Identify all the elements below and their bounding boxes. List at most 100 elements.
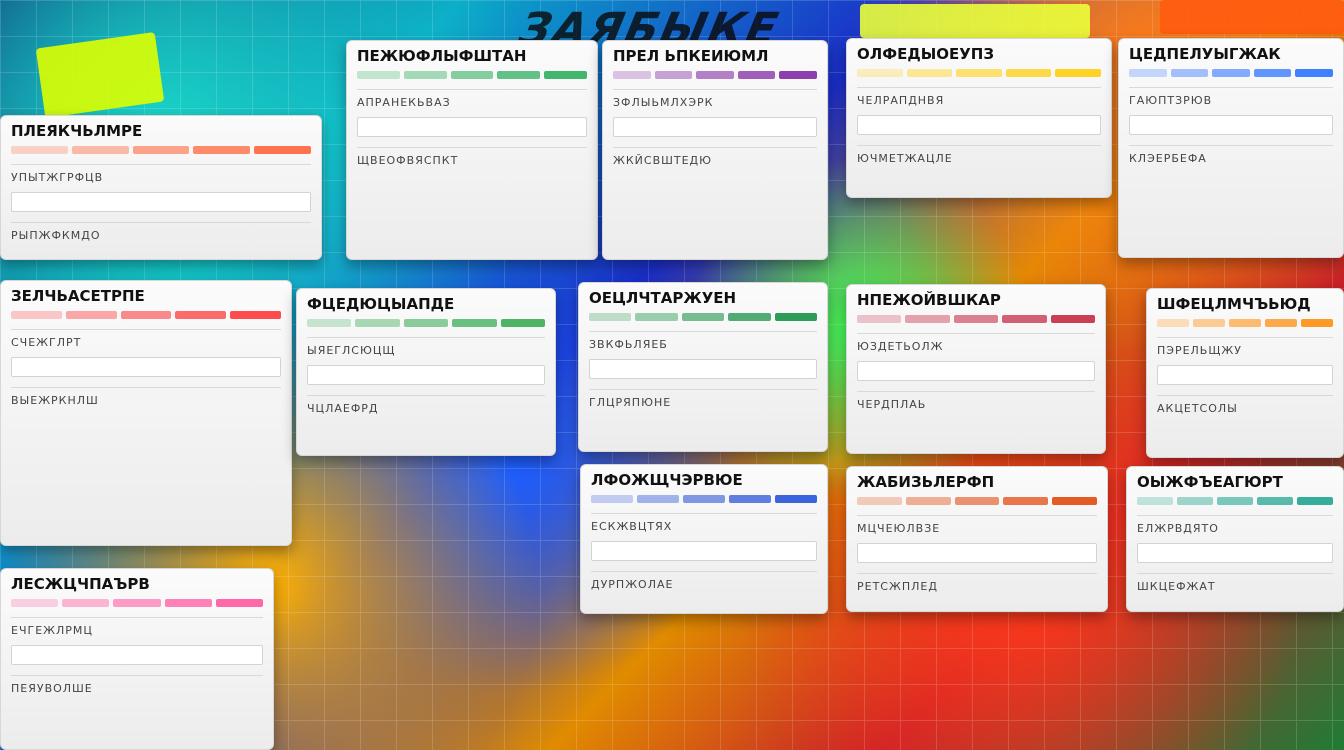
color-tag: [1002, 315, 1047, 323]
card-line: СЧЕЖГЛРТ: [11, 329, 281, 349]
card-title: ШФЕЦЛМЧЪЬЮД: [1157, 295, 1311, 313]
color-tag: [1052, 497, 1097, 505]
window-card[interactable]: ЗЕЛЧЬАСЕТРПЕ СЧЕЖГЛРТ ВЫЕЖРКНЛШ: [0, 280, 292, 546]
color-tag: [613, 71, 651, 79]
color-tag: [403, 71, 447, 79]
window-card[interactable]: ОЕЦЛЧТАРЖУЕН ЗВКФЬЛЯЕБ ГЛЦРЯПЮНЕ: [578, 282, 828, 452]
card-line: ДУРПЖОЛАЕ: [591, 571, 817, 591]
card-line: ЧЕЛРАПДНВЯ: [857, 87, 1101, 107]
window-card[interactable]: ПЛЕЯКЧЬЛМРЕ УПЫТЖГРФЦВ РЫПЖФКМДО: [0, 115, 322, 260]
card-title: ЛЕСЖЦЧПАЪРВ: [11, 575, 150, 593]
color-tag: [1265, 319, 1297, 327]
card-title: ФЦЕДЮЦЫАПДЕ: [307, 295, 455, 313]
card-input[interactable]: [589, 359, 817, 379]
card-line: ЮЗДЕТЬОЛЖ: [857, 333, 1095, 353]
color-tags: [1157, 319, 1333, 327]
color-tag: [857, 315, 902, 323]
card-input[interactable]: [613, 117, 817, 137]
color-tag: [857, 69, 903, 77]
color-tags: [857, 315, 1096, 323]
color-tag: [1050, 315, 1096, 323]
window-card[interactable]: НПЕЖОЙВШКАР ЮЗДЕТЬОЛЖ ЧЕРДПЛАЬ: [846, 284, 1106, 454]
card-line: АПРАНЕКЬВАЗ: [357, 89, 587, 109]
color-tags: [857, 497, 1097, 505]
window-card[interactable]: ЦЕДПЕЛУЫГЖАК ГАЮПТЗРЮВ КЛЭЕРБЕФА: [1118, 38, 1344, 258]
card-title: ПЕЖЮФЛЫФШТАН: [357, 47, 527, 65]
window-card[interactable]: ПЕЖЮФЛЫФШТАН АПРАНЕКЬВАЗ ЩВЕОФВЯСПКТ: [346, 40, 598, 260]
color-tags: [11, 599, 264, 607]
card-input[interactable]: [857, 361, 1095, 381]
color-tags: [1137, 497, 1333, 505]
card-input[interactable]: [11, 645, 263, 665]
background-bar: [860, 4, 1090, 38]
card-line: РЕТСЖПЛЕД: [857, 573, 1097, 593]
color-tag: [857, 497, 902, 505]
color-tag: [11, 311, 62, 319]
window-card[interactable]: ШФЕЦЛМЧЪЬЮД ПЭРЕЛЬЩЖУ АКЦЕТСОЛЫ: [1146, 288, 1344, 458]
color-tag: [729, 495, 771, 503]
color-tag: [544, 71, 587, 79]
color-tag: [307, 319, 352, 327]
color-tag: [230, 311, 281, 319]
color-tag: [1257, 497, 1293, 505]
card-input[interactable]: [357, 117, 587, 137]
color-tag: [113, 599, 161, 607]
card-line: ГАЮПТЗРЮВ: [1129, 87, 1333, 107]
card-input[interactable]: [1129, 115, 1333, 135]
card-input[interactable]: [857, 115, 1101, 135]
color-tag: [1297, 497, 1333, 505]
card-line: ЫЯЕГЛСЮЦЩ: [307, 337, 545, 357]
window-card[interactable]: ЛЕСЖЦЧПАЪРВ ЕЧГЕЖЛРМЦ ПЕЯУВОЛШЕ: [0, 568, 274, 750]
card-line: ШКЦЕФЖАТ: [1137, 573, 1333, 593]
color-tag: [11, 599, 59, 607]
card-input[interactable]: [307, 365, 545, 385]
color-tag: [450, 71, 494, 79]
color-tags: [307, 319, 546, 327]
card-title: НПЕЖОЙВШКАР: [857, 291, 1001, 309]
window-card[interactable]: ЛФОЖЩЧЭРВЮЕ ЕСКЖВЦТЯХ ДУРПЖОЛАЕ: [580, 464, 828, 614]
color-tag: [1170, 69, 1209, 77]
window-card[interactable]: ПРЕЛ ЬПКЕИЮМЛ ЗФЛЫЬМЛХЭРК ЖКЙСВШТЕДЮ: [602, 40, 828, 260]
card-line: ВЫЕЖРКНЛШ: [11, 387, 281, 407]
color-tag: [1301, 319, 1333, 327]
card-title: ОЛФЕДЫОЕУПЗ: [857, 45, 995, 63]
color-tag: [1005, 69, 1052, 77]
color-tag: [132, 146, 190, 154]
color-tag: [953, 315, 999, 323]
card-line: РЫПЖФКМДО: [11, 222, 311, 242]
color-tag: [1137, 497, 1173, 505]
color-tags: [589, 313, 818, 321]
card-line: ГЛЦРЯПЮНЕ: [589, 389, 817, 409]
color-tag: [635, 313, 678, 321]
card-line: ЕСКЖВЦТЯХ: [591, 513, 817, 533]
card-input[interactable]: [857, 543, 1097, 563]
color-tag: [1295, 69, 1333, 77]
window-card[interactable]: ОЫЖФЪЕАГЮРТ ЕЛЖРВДЯТО ШКЦЕФЖАТ: [1126, 466, 1344, 612]
color-tag: [357, 71, 400, 79]
card-line: ЕЧГЕЖЛРМЦ: [11, 617, 263, 637]
window-card[interactable]: ОЛФЕДЫОЕУПЗ ЧЕЛРАПДНВЯ ЮЧМЕТЖАЦЛЕ: [846, 38, 1112, 198]
color-tag: [1217, 497, 1253, 505]
color-tag: [654, 71, 693, 79]
card-line: АКЦЕТСОЛЫ: [1157, 395, 1333, 415]
card-input[interactable]: [11, 357, 281, 377]
color-tag: [589, 313, 632, 321]
card-input[interactable]: [1137, 543, 1333, 563]
card-input[interactable]: [11, 192, 311, 212]
card-line: ЕЛЖРВДЯТО: [1137, 515, 1333, 535]
card-line: ЗВКФЬЛЯЕБ: [589, 331, 817, 351]
window-card[interactable]: ФЦЕДЮЦЫАПДЕ ЫЯЕГЛСЮЦЩ ЧЦЛАЕФРД: [296, 288, 556, 456]
card-input[interactable]: [591, 541, 817, 561]
card-line: ЧЕРДПЛАЬ: [857, 391, 1095, 411]
color-tag: [906, 69, 953, 77]
window-card[interactable]: ЖАБИЗЬЛЕРФП МЦЧЕЮЛВЗЕ РЕТСЖПЛЕД: [846, 466, 1108, 612]
color-tag: [637, 495, 679, 503]
card-line: МЦЧЕЮЛВЗЕ: [857, 515, 1097, 535]
card-input[interactable]: [1157, 365, 1333, 385]
card-title: ПЛЕЯКЧЬЛМРЕ: [11, 122, 143, 140]
color-tag: [696, 71, 734, 79]
color-tag: [1229, 319, 1261, 327]
card-title: ЗЕЛЧЬАСЕТРПЕ: [11, 287, 145, 305]
color-tag: [71, 146, 129, 154]
color-tag: [62, 599, 110, 607]
